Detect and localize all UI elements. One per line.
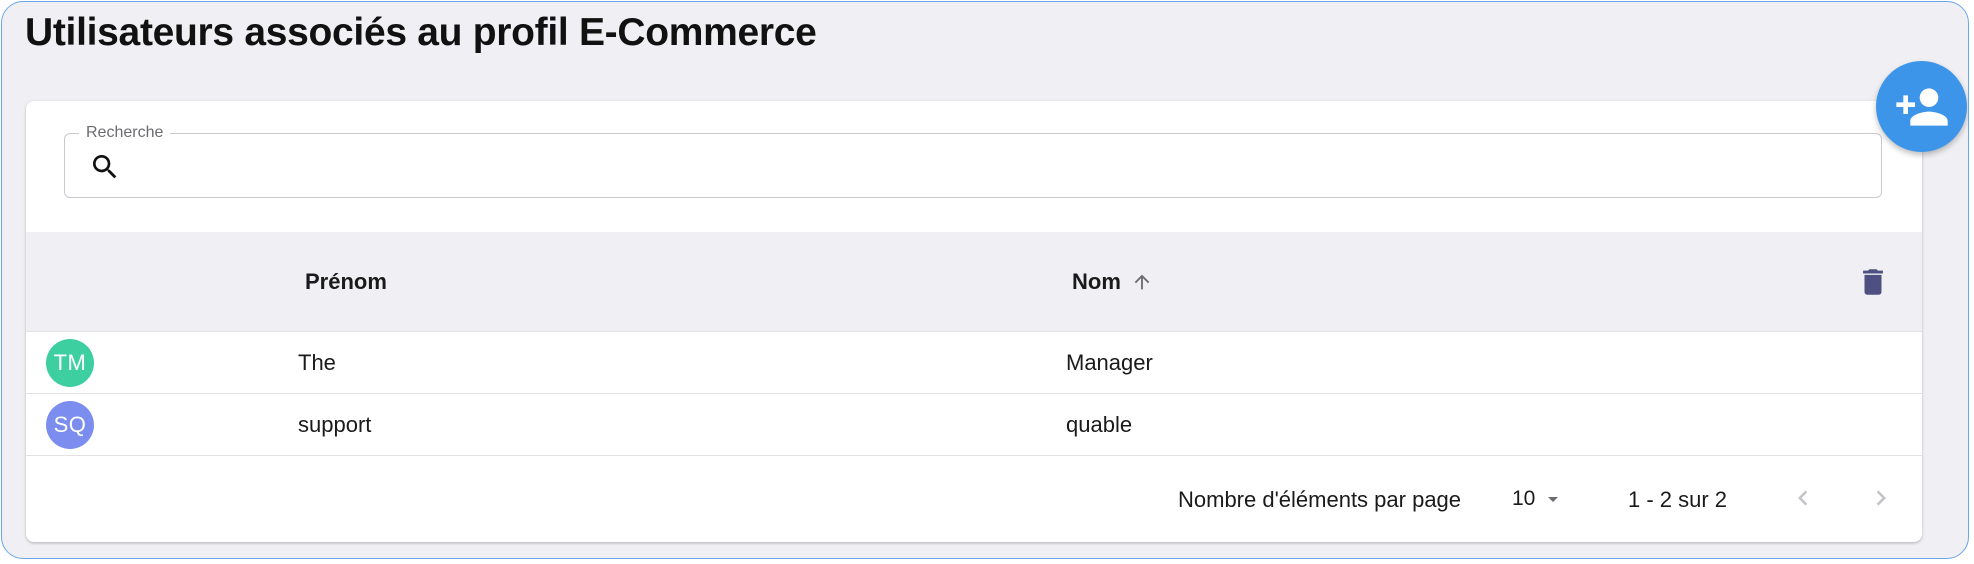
- arrow-up-icon[interactable]: [1131, 271, 1153, 293]
- trash-icon[interactable]: [1856, 264, 1890, 300]
- next-page-button[interactable]: [1861, 478, 1901, 518]
- search-input[interactable]: [137, 146, 1861, 188]
- rows-per-page-select[interactable]: 10: [1512, 482, 1565, 516]
- column-header-prenom[interactable]: Prénom: [305, 268, 387, 296]
- cell-prenom: support: [298, 412, 372, 437]
- table-row[interactable]: TM The Manager: [26, 332, 1922, 394]
- rows-per-page-label: Nombre d'éléments par page: [1178, 487, 1462, 512]
- avatar: SQ: [46, 401, 94, 449]
- page-frame: Utilisateurs associés au profil E-Commer…: [1, 1, 1969, 559]
- page-range-label: 1 - 2 sur 2: [1628, 487, 1728, 512]
- cell-nom: quable: [1066, 412, 1133, 437]
- add-user-icon: [1895, 87, 1948, 126]
- pagination: Nombre d'éléments par page 10 1 - 2 sur …: [26, 456, 1922, 542]
- rows-per-page-value: 10: [1512, 487, 1536, 510]
- search-label: Recherche: [79, 123, 171, 143]
- table-row[interactable]: SQ support quable: [26, 394, 1922, 456]
- column-header-nom[interactable]: Nom: [1072, 268, 1153, 296]
- chevron-left-icon: [1798, 490, 1808, 506]
- avatar: TM: [46, 339, 94, 387]
- users-card: Recherche Prénom Nom TM The Manager SQ s…: [26, 101, 1922, 542]
- table-header: Prénom Nom: [26, 232, 1922, 332]
- cell-prenom: The: [298, 350, 336, 375]
- caret-down-icon: [1548, 497, 1559, 502]
- page-title: Utilisateurs associés au profil E-Commer…: [25, 11, 817, 54]
- previous-page-button[interactable]: [1783, 478, 1823, 518]
- column-header-prenom-label: Prénom: [305, 269, 387, 294]
- column-header-nom-label: Nom: [1072, 269, 1121, 294]
- chevron-right-icon: [1876, 490, 1886, 506]
- search-field[interactable]: Recherche: [64, 123, 1882, 198]
- cell-nom: Manager: [1066, 350, 1153, 375]
- add-user-button[interactable]: [1876, 61, 1967, 152]
- search-icon: [93, 155, 117, 179]
